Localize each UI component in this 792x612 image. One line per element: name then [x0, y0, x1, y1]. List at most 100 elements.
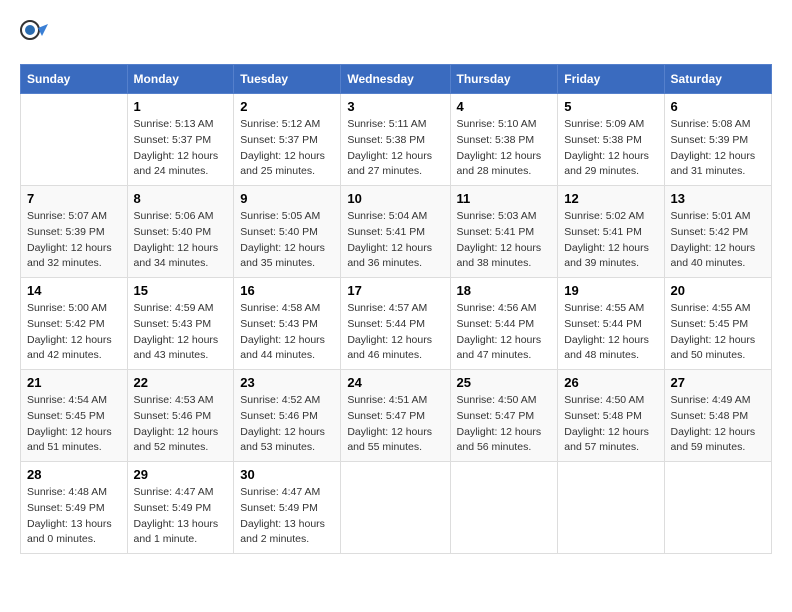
column-header-sunday: Sunday	[21, 65, 128, 94]
day-info: Sunrise: 5:13 AM Sunset: 5:37 PM Dayligh…	[134, 117, 228, 180]
day-number: 30	[240, 467, 334, 482]
day-number: 6	[671, 99, 765, 114]
day-number: 24	[347, 375, 443, 390]
calendar-cell: 13 Sunrise: 5:01 AM Sunset: 5:42 PM Dayli…	[664, 186, 771, 278]
calendar-cell	[450, 462, 558, 554]
calendar-cell	[21, 94, 128, 186]
day-number: 7	[27, 191, 121, 206]
calendar-cell: 23 Sunrise: 4:52 AM Sunset: 5:46 PM Dayli…	[234, 370, 341, 462]
day-number: 5	[564, 99, 657, 114]
calendar-cell	[664, 462, 771, 554]
day-number: 19	[564, 283, 657, 298]
day-number: 10	[347, 191, 443, 206]
day-info: Sunrise: 5:05 AM Sunset: 5:40 PM Dayligh…	[240, 209, 334, 272]
day-info: Sunrise: 4:49 AM Sunset: 5:48 PM Dayligh…	[671, 393, 765, 456]
day-info: Sunrise: 4:51 AM Sunset: 5:47 PM Dayligh…	[347, 393, 443, 456]
calendar-cell: 17 Sunrise: 4:57 AM Sunset: 5:44 PM Dayli…	[341, 278, 450, 370]
calendar-cell: 1Sunrise: 5:13 AM Sunset: 5:37 PM Daylig…	[127, 94, 234, 186]
column-header-friday: Friday	[558, 65, 664, 94]
day-number: 17	[347, 283, 443, 298]
calendar-cell: 22 Sunrise: 4:53 AM Sunset: 5:46 PM Dayli…	[127, 370, 234, 462]
day-info: Sunrise: 4:47 AM Sunset: 5:49 PM Dayligh…	[134, 485, 228, 548]
logo	[20, 20, 52, 48]
calendar-cell: 16 Sunrise: 4:58 AM Sunset: 5:43 PM Dayli…	[234, 278, 341, 370]
calendar-cell: 29 Sunrise: 4:47 AM Sunset: 5:49 PM Dayli…	[127, 462, 234, 554]
day-info: Sunrise: 4:58 AM Sunset: 5:43 PM Dayligh…	[240, 301, 334, 364]
column-header-monday: Monday	[127, 65, 234, 94]
day-number: 22	[134, 375, 228, 390]
day-number: 13	[671, 191, 765, 206]
day-info: Sunrise: 5:09 AM Sunset: 5:38 PM Dayligh…	[564, 117, 657, 180]
day-info: Sunrise: 4:59 AM Sunset: 5:43 PM Dayligh…	[134, 301, 228, 364]
day-info: Sunrise: 4:50 AM Sunset: 5:48 PM Dayligh…	[564, 393, 657, 456]
day-info: Sunrise: 5:07 AM Sunset: 5:39 PM Dayligh…	[27, 209, 121, 272]
day-info: Sunrise: 5:08 AM Sunset: 5:39 PM Dayligh…	[671, 117, 765, 180]
day-info: Sunrise: 4:48 AM Sunset: 5:49 PM Dayligh…	[27, 485, 121, 548]
day-info: Sunrise: 5:03 AM Sunset: 5:41 PM Dayligh…	[457, 209, 552, 272]
calendar-cell: 12Sunrise: 5:02 AM Sunset: 5:41 PM Dayli…	[558, 186, 664, 278]
day-info: Sunrise: 4:47 AM Sunset: 5:49 PM Dayligh…	[240, 485, 334, 548]
calendar-cell: 27 Sunrise: 4:49 AM Sunset: 5:48 PM Dayli…	[664, 370, 771, 462]
day-number: 4	[457, 99, 552, 114]
calendar-cell: 28Sunrise: 4:48 AM Sunset: 5:49 PM Dayli…	[21, 462, 128, 554]
calendar-cell: 5 Sunrise: 5:09 AM Sunset: 5:38 PM Daylig…	[558, 94, 664, 186]
day-number: 26	[564, 375, 657, 390]
week-row-3: 14 Sunrise: 5:00 AM Sunset: 5:42 PM Dayli…	[21, 278, 772, 370]
day-info: Sunrise: 5:12 AM Sunset: 5:37 PM Dayligh…	[240, 117, 334, 180]
day-info: Sunrise: 4:50 AM Sunset: 5:47 PM Dayligh…	[457, 393, 552, 456]
day-number: 29	[134, 467, 228, 482]
calendar-cell: 7 Sunrise: 5:07 AM Sunset: 5:39 PM Daylig…	[21, 186, 128, 278]
day-number: 3	[347, 99, 443, 114]
day-number: 23	[240, 375, 334, 390]
calendar-cell: 15 Sunrise: 4:59 AM Sunset: 5:43 PM Dayli…	[127, 278, 234, 370]
day-info: Sunrise: 4:55 AM Sunset: 5:44 PM Dayligh…	[564, 301, 657, 364]
day-info: Sunrise: 5:11 AM Sunset: 5:38 PM Dayligh…	[347, 117, 443, 180]
day-number: 16	[240, 283, 334, 298]
day-info: Sunrise: 4:56 AM Sunset: 5:44 PM Dayligh…	[457, 301, 552, 364]
week-row-4: 21 Sunrise: 4:54 AM Sunset: 5:45 PM Dayli…	[21, 370, 772, 462]
column-header-saturday: Saturday	[664, 65, 771, 94]
calendar-cell: 24 Sunrise: 4:51 AM Sunset: 5:47 PM Dayli…	[341, 370, 450, 462]
day-info: Sunrise: 4:52 AM Sunset: 5:46 PM Dayligh…	[240, 393, 334, 456]
calendar-cell: 19 Sunrise: 4:55 AM Sunset: 5:44 PM Dayli…	[558, 278, 664, 370]
day-info: Sunrise: 4:57 AM Sunset: 5:44 PM Dayligh…	[347, 301, 443, 364]
day-number: 21	[27, 375, 121, 390]
day-info: Sunrise: 5:04 AM Sunset: 5:41 PM Dayligh…	[347, 209, 443, 272]
page-header	[20, 20, 772, 48]
calendar-cell: 10 Sunrise: 5:04 AM Sunset: 5:41 PM Dayli…	[341, 186, 450, 278]
day-info: Sunrise: 5:02 AM Sunset: 5:41 PM Dayligh…	[564, 209, 657, 272]
day-number: 9	[240, 191, 334, 206]
calendar-cell: 11 Sunrise: 5:03 AM Sunset: 5:41 PM Dayli…	[450, 186, 558, 278]
calendar-cell: 30 Sunrise: 4:47 AM Sunset: 5:49 PM Dayli…	[234, 462, 341, 554]
calendar-cell: 9 Sunrise: 5:05 AM Sunset: 5:40 PM Daylig…	[234, 186, 341, 278]
calendar-cell: 14 Sunrise: 5:00 AM Sunset: 5:42 PM Dayli…	[21, 278, 128, 370]
calendar-table: SundayMondayTuesdayWednesdayThursdayFrid…	[20, 64, 772, 554]
calendar-cell: 20Sunrise: 4:55 AM Sunset: 5:45 PM Dayli…	[664, 278, 771, 370]
calendar-cell: 2Sunrise: 5:12 AM Sunset: 5:37 PM Daylig…	[234, 94, 341, 186]
day-number: 14	[27, 283, 121, 298]
calendar-cell: 26 Sunrise: 4:50 AM Sunset: 5:48 PM Dayli…	[558, 370, 664, 462]
week-row-5: 28Sunrise: 4:48 AM Sunset: 5:49 PM Dayli…	[21, 462, 772, 554]
day-info: Sunrise: 5:06 AM Sunset: 5:40 PM Dayligh…	[134, 209, 228, 272]
calendar-cell	[558, 462, 664, 554]
day-number: 18	[457, 283, 552, 298]
day-number: 27	[671, 375, 765, 390]
day-info: Sunrise: 4:53 AM Sunset: 5:46 PM Dayligh…	[134, 393, 228, 456]
calendar-cell: 21 Sunrise: 4:54 AM Sunset: 5:45 PM Dayli…	[21, 370, 128, 462]
day-number: 25	[457, 375, 552, 390]
day-number: 15	[134, 283, 228, 298]
column-header-thursday: Thursday	[450, 65, 558, 94]
day-info: Sunrise: 5:01 AM Sunset: 5:42 PM Dayligh…	[671, 209, 765, 272]
day-info: Sunrise: 4:54 AM Sunset: 5:45 PM Dayligh…	[27, 393, 121, 456]
week-row-1: 1Sunrise: 5:13 AM Sunset: 5:37 PM Daylig…	[21, 94, 772, 186]
day-number: 11	[457, 191, 552, 206]
week-row-2: 7 Sunrise: 5:07 AM Sunset: 5:39 PM Daylig…	[21, 186, 772, 278]
calendar-cell: 25 Sunrise: 4:50 AM Sunset: 5:47 PM Dayli…	[450, 370, 558, 462]
day-info: Sunrise: 4:55 AM Sunset: 5:45 PM Dayligh…	[671, 301, 765, 364]
column-header-wednesday: Wednesday	[341, 65, 450, 94]
day-info: Sunrise: 5:00 AM Sunset: 5:42 PM Dayligh…	[27, 301, 121, 364]
calendar-cell	[341, 462, 450, 554]
day-number: 8	[134, 191, 228, 206]
logo-icon	[20, 20, 48, 48]
calendar-cell: 18 Sunrise: 4:56 AM Sunset: 5:44 PM Dayli…	[450, 278, 558, 370]
